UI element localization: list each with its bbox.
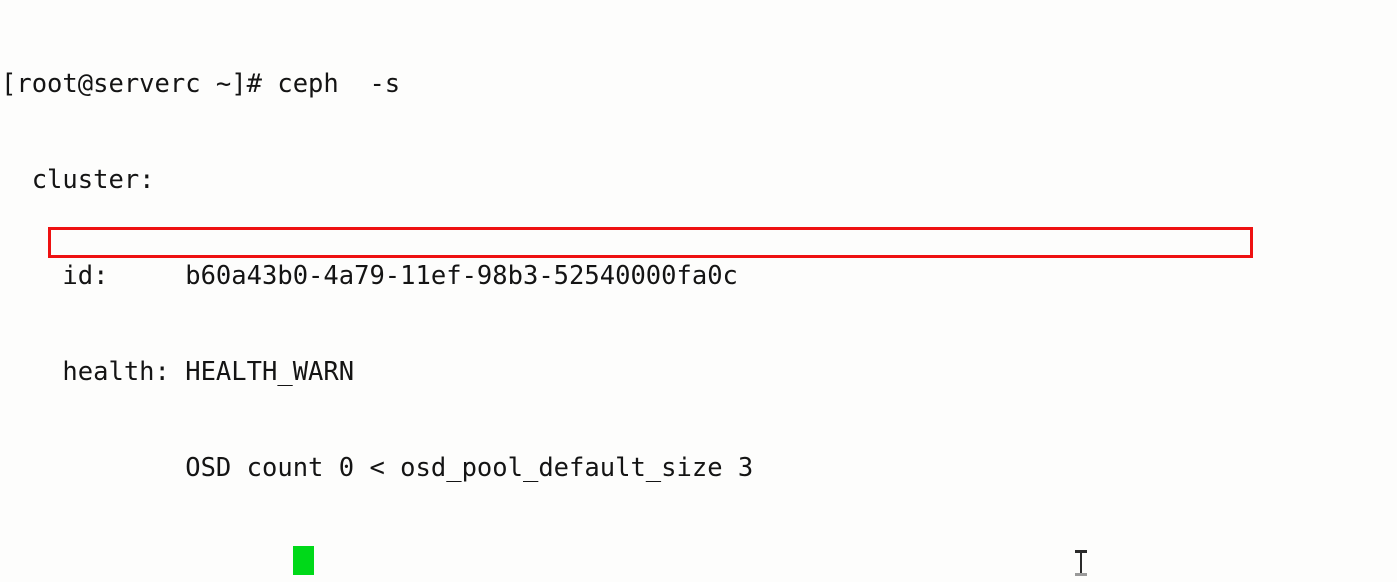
- terminal-line-cluster-header: cluster:: [1, 165, 155, 195]
- terminal-block-cursor: [293, 546, 314, 575]
- ibeam-bottom-bar: [1075, 573, 1087, 576]
- mouse-ibeam-cursor-icon: [1071, 548, 1091, 578]
- terminal-line-health-detail: OSD count 0 < osd_pool_default_size 3: [1, 453, 754, 483]
- terminal-line-command: [root@serverc ~]# ceph -s: [1, 69, 401, 99]
- ibeam-stem: [1080, 551, 1082, 575]
- terminal-screen[interactable]: [root@serverc ~]# ceph -s cluster: id: b…: [0, 0, 1397, 582]
- terminal-line-blank-1: [0, 548, 1291, 580]
- terminal-line-cluster-health: health: HEALTH_WARN: [1, 357, 355, 387]
- terminal-output[interactable]: [root@serverc ~]# ceph -s cluster: id: b…: [0, 0, 1291, 582]
- terminal-line-cluster-id: id: b60a43b0-4a79-11ef-98b3-52540000fa0c: [1, 261, 738, 291]
